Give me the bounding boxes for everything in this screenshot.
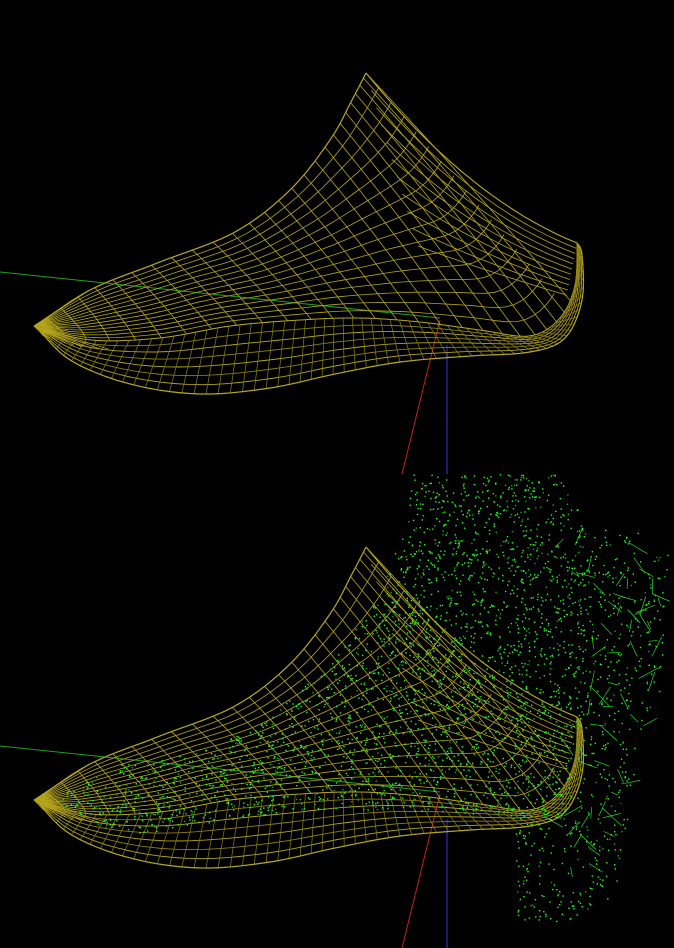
scene-canvas-bottom[interactable] [0, 474, 674, 948]
viewport-wireframe-with-scan[interactable] [0, 474, 674, 948]
shoe-last-wireframe [33, 72, 585, 395]
scene-canvas-top[interactable] [0, 0, 674, 474]
viewport-wireframe-only[interactable] [0, 0, 674, 474]
